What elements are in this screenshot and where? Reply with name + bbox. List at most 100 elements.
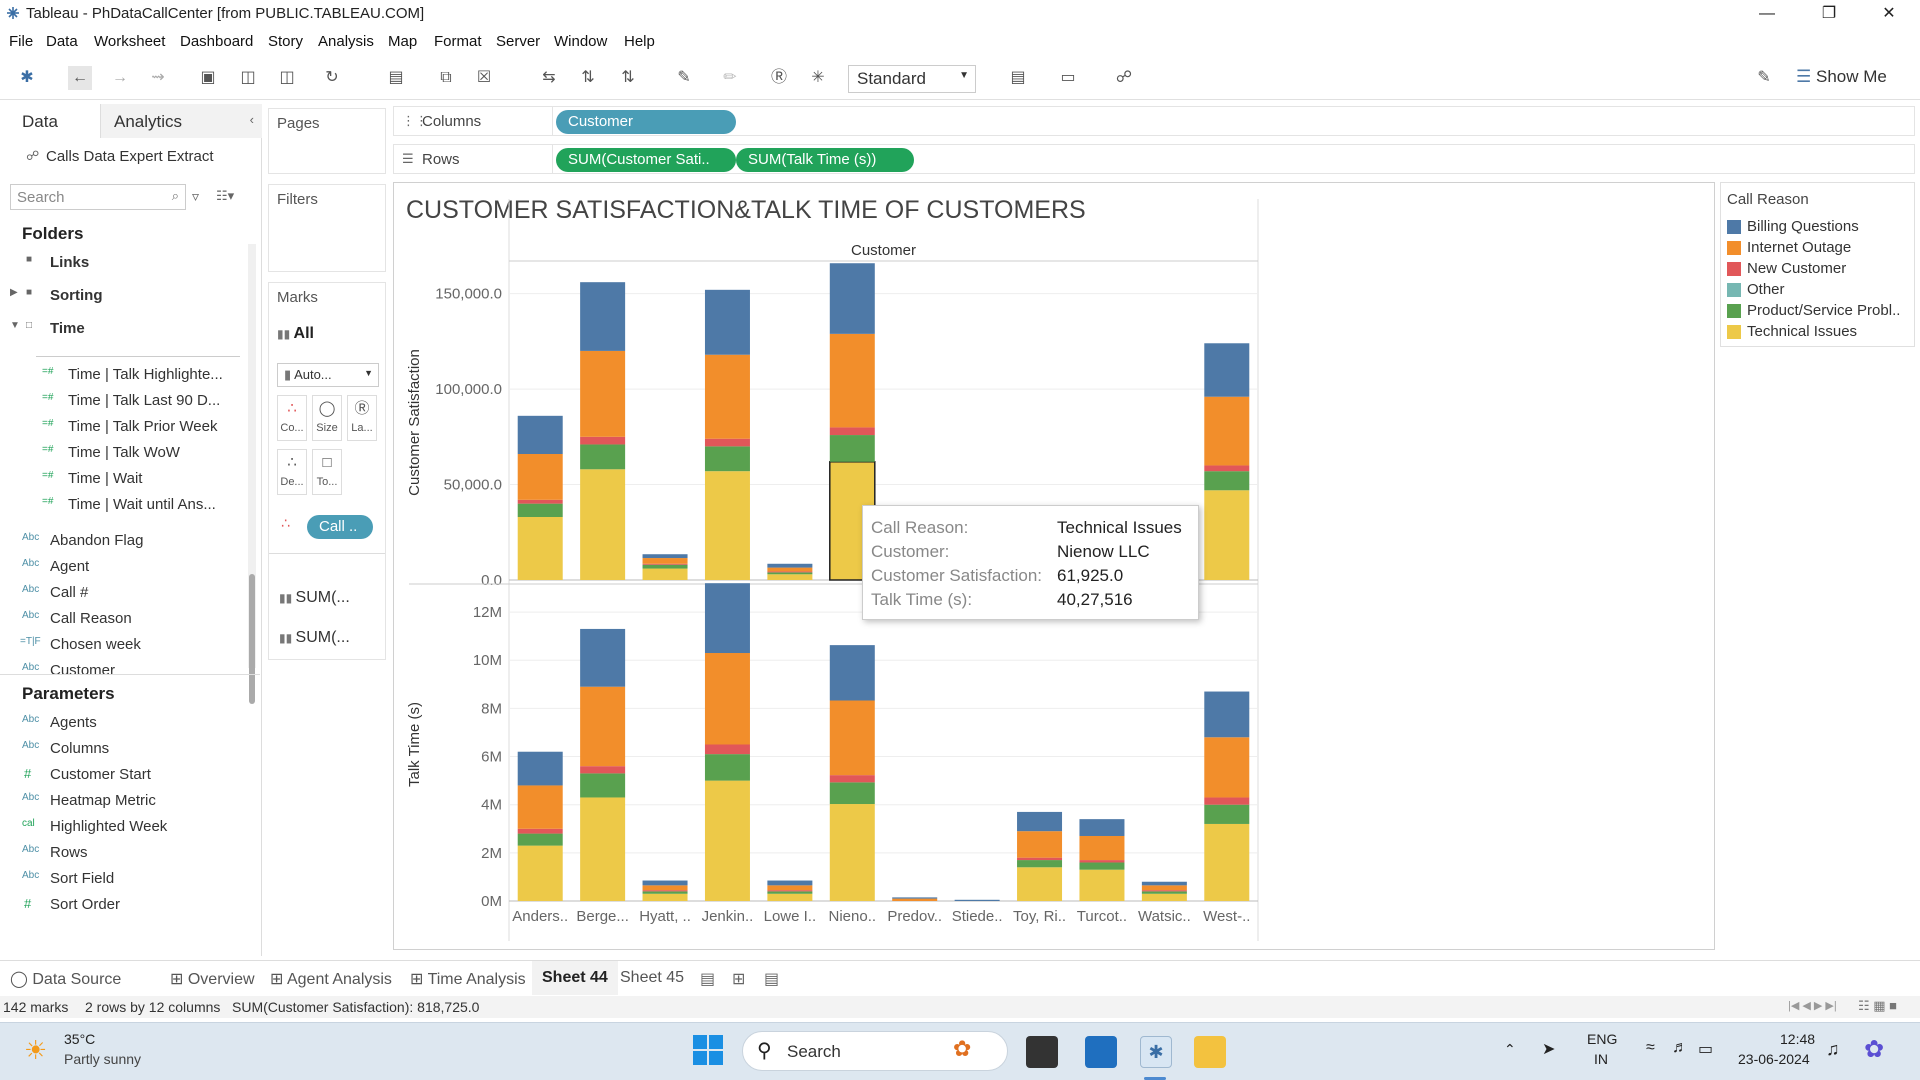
columns-shelf[interactable]: ⋮⋮ Columns Customer xyxy=(393,106,1915,136)
start-button[interactable] xyxy=(693,1035,725,1067)
view-options-icon[interactable]: ☷▾ xyxy=(216,188,234,204)
weather-icon[interactable]: ☀ xyxy=(24,1035,47,1066)
tab-agent-analysis[interactable]: ⊞ Agent Analysis xyxy=(260,961,402,995)
marks-all-tab[interactable]: ▮▮ All xyxy=(277,325,314,343)
filter-icon[interactable]: ▿ xyxy=(192,188,199,205)
param-sort-field[interactable]: Abc Sort Field xyxy=(0,866,260,892)
copilot-icon[interactable]: ✿ xyxy=(1864,1035,1884,1064)
share-icon[interactable]: ☍ xyxy=(1112,66,1136,90)
tab-sheet-45[interactable]: Sheet 45 xyxy=(610,961,694,995)
filters-shelf[interactable]: Filters xyxy=(268,184,386,272)
close-button[interactable]: ✕ xyxy=(1866,2,1912,26)
menu-data[interactable]: Data xyxy=(46,33,78,50)
menu-map[interactable]: Map xyxy=(388,33,417,50)
save-icon[interactable]: ▣ xyxy=(196,66,220,90)
replay-icon[interactable]: ⇝ xyxy=(146,66,170,90)
chevron-up-icon[interactable]: ⌃ xyxy=(1504,1041,1516,1058)
menu-format[interactable]: Format xyxy=(434,33,482,50)
new-datasource-icon[interactable]: ◫ xyxy=(236,66,260,90)
field-call-number[interactable]: Abc Call # xyxy=(0,580,260,606)
show-cards-icon[interactable]: ▤ xyxy=(1006,66,1030,90)
tableau-taskbar-icon[interactable]: ✱ xyxy=(1140,1036,1172,1068)
measure-card-2[interactable]: ▮▮ SUM(... xyxy=(279,629,350,647)
menu-analysis[interactable]: Analysis xyxy=(318,33,374,50)
field-abandon-flag[interactable]: Abc Abandon Flag xyxy=(0,528,260,554)
clear-sheet-icon[interactable]: ☒ xyxy=(472,66,496,90)
taskbar-search[interactable]: ⚲ Search ✿ xyxy=(742,1031,1008,1071)
volume-icon[interactable]: ♬ xyxy=(1672,1039,1688,1057)
swap-rows-columns-icon[interactable]: ⇆ xyxy=(537,66,561,90)
new-worksheet-button[interactable]: ▤ xyxy=(690,961,725,995)
duplicate-sheet-icon[interactable]: ⧉ xyxy=(434,66,458,90)
highlight-icon[interactable]: ✎ xyxy=(672,66,696,90)
tooltip-button[interactable]: □ To... xyxy=(312,449,342,495)
field-time-item[interactable]: =# Time | Talk WoW xyxy=(0,440,260,466)
scrollbar-track[interactable] xyxy=(248,244,256,704)
menu-file[interactable]: File xyxy=(9,33,33,50)
color-button[interactable]: ∴ Co... xyxy=(277,395,307,441)
field-time-item[interactable]: =# Time | Wait xyxy=(0,466,260,492)
param-customer-start[interactable]: # Customer Start xyxy=(0,762,260,788)
folder-links[interactable]: ■ Links xyxy=(0,250,260,276)
tab-overview[interactable]: ⊞ Overview xyxy=(160,961,265,995)
paintbrush-icon[interactable]: ✎ xyxy=(1752,66,1776,90)
wifi-icon[interactable]: ≈ xyxy=(1646,1039,1655,1057)
menu-worksheet[interactable]: Worksheet xyxy=(94,33,165,50)
search-input[interactable]: Search ⌕ xyxy=(10,184,186,210)
pages-shelf[interactable]: Pages xyxy=(268,108,386,174)
new-story-button[interactable]: ▤ xyxy=(754,961,789,995)
minimize-button[interactable]: — xyxy=(1744,2,1790,26)
sort-descending-icon[interactable]: ⇅ xyxy=(616,66,640,90)
menu-story[interactable]: Story xyxy=(268,33,303,50)
group-members-icon[interactable]: ✏ xyxy=(718,66,742,90)
tab-data[interactable]: Data xyxy=(0,104,100,138)
clock-time[interactable]: 12:48 xyxy=(1780,1031,1815,1047)
field-time-item[interactable]: =# Time | Talk Prior Week xyxy=(0,414,260,440)
language-region[interactable]: IN xyxy=(1594,1051,1608,1067)
param-highlighted-week[interactable]: cal Highlighted Week xyxy=(0,814,260,840)
clock-date[interactable]: 23-06-2024 xyxy=(1738,1051,1810,1067)
language-code[interactable]: ENG xyxy=(1587,1031,1617,1047)
param-agents[interactable]: Abc Agents xyxy=(0,710,260,736)
tab-analytics[interactable]: Analytics ‹ xyxy=(100,104,262,138)
customer-pill[interactable]: Customer xyxy=(556,110,736,134)
param-sort-order[interactable]: # Sort Order xyxy=(0,892,260,918)
measure-card-1[interactable]: ▮▮ SUM(... xyxy=(279,589,350,607)
battery-icon[interactable]: ▭ xyxy=(1698,1039,1713,1059)
label-button[interactable]: Ⓡ La... xyxy=(347,395,377,441)
color-field-pill[interactable]: Call .. xyxy=(307,515,373,539)
folder-time[interactable]: ▼ □ Time xyxy=(0,316,260,342)
field-chosen-week[interactable]: =T|F Chosen week xyxy=(0,632,260,658)
param-columns[interactable]: Abc Columns xyxy=(0,736,260,762)
new-worksheet-icon[interactable]: ▤ xyxy=(384,66,408,90)
tableau-home-icon[interactable]: ✱ xyxy=(15,66,39,90)
sort-ascending-icon[interactable]: ⇅ xyxy=(576,66,600,90)
field-call-reason[interactable]: Abc Call Reason xyxy=(0,606,260,632)
talk-time-pill[interactable]: SUM(Talk Time (s)) xyxy=(736,148,914,172)
rows-shelf[interactable]: ☰ Rows SUM(Customer Sati.. SUM(Talk Time… xyxy=(393,144,1915,174)
field-time-item[interactable]: =# Time | Wait until Ans... xyxy=(0,492,260,518)
menu-help[interactable]: Help xyxy=(624,33,655,50)
param-rows[interactable]: Abc Rows xyxy=(0,840,260,866)
param-heatmap-metric[interactable]: Abc Heatmap Metric xyxy=(0,788,260,814)
field-time-item[interactable]: =# Time | Talk Last 90 D... xyxy=(0,388,260,414)
collapse-pane-icon[interactable]: ‹ xyxy=(250,112,254,127)
new-dashboard-button[interactable]: ⊞ xyxy=(722,961,755,995)
task-view-icon[interactable] xyxy=(1026,1036,1058,1068)
show-labels-icon[interactable]: Ⓡ xyxy=(767,66,791,90)
location-icon[interactable]: ➤ xyxy=(1542,1039,1555,1059)
restore-button[interactable]: ❐ xyxy=(1806,2,1852,26)
menu-dashboard[interactable]: Dashboard xyxy=(180,33,253,50)
tab-sheet-44[interactable]: Sheet 44 xyxy=(532,961,618,995)
fit-dropdown[interactable]: Standard ▼ xyxy=(848,65,976,93)
tab-data-source[interactable]: ◯ Data Source xyxy=(0,961,131,995)
menu-window[interactable]: Window xyxy=(554,33,607,50)
mark-type-dropdown[interactable]: ▮ Auto... ▼ xyxy=(277,363,379,387)
fix-axes-icon[interactable]: ✳ xyxy=(806,66,830,90)
presentation-mode-icon[interactable]: ▭ xyxy=(1056,66,1080,90)
tab-time-analysis[interactable]: ⊞ Time Analysis xyxy=(400,961,536,995)
refresh-icon[interactable]: ↻ xyxy=(320,66,344,90)
view-mode-icons[interactable]: ☷ ▦ ■ xyxy=(1858,998,1897,1014)
menu-server[interactable]: Server xyxy=(496,33,540,50)
size-button[interactable]: ◯ Size xyxy=(312,395,342,441)
